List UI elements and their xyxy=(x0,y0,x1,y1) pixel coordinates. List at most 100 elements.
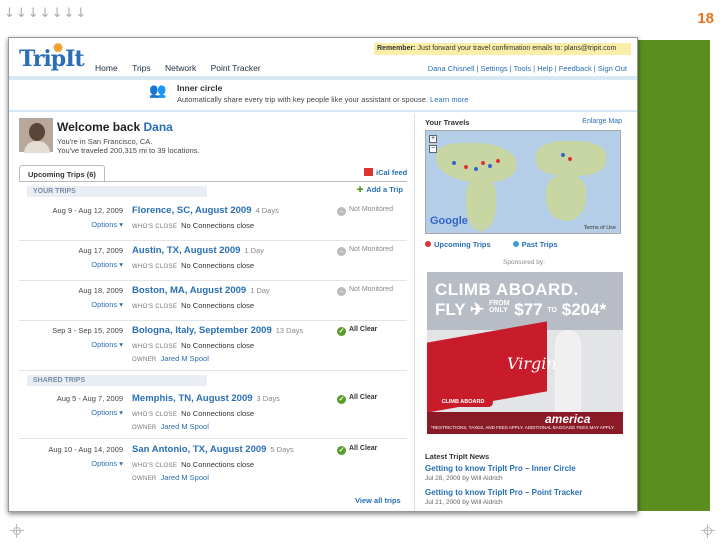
learn-more-link[interactable]: Learn more xyxy=(430,95,468,104)
news-link[interactable]: Getting to know TripIt Pro – Point Track… xyxy=(425,488,582,497)
remember-banner: Remember: Just forward your travel confi… xyxy=(374,43,631,55)
zoom-in-button[interactable]: + xyxy=(429,135,437,143)
nav-trips[interactable]: Trips xyxy=(126,63,157,73)
owner-name[interactable]: Jared M Spool xyxy=(161,422,209,431)
trip-options-menu[interactable]: Options ▾ xyxy=(19,300,123,309)
ad-only: ONLY xyxy=(488,307,508,314)
your-trips-header: YOUR TRIPS xyxy=(27,186,207,197)
trip-name[interactable]: Florence, SC, August 2009 4 Days xyxy=(132,205,279,216)
past-trip-marker[interactable] xyxy=(452,161,456,165)
trip-row: Aug 17, 2009 Options ▾ Austin, TX, Augus… xyxy=(19,243,407,281)
avatar[interactable] xyxy=(19,118,53,153)
whos-close-label: WHO'S CLOSE xyxy=(132,304,178,310)
zoom-out-button[interactable]: − xyxy=(429,145,437,153)
upcoming-trip-marker[interactable] xyxy=(481,161,485,165)
crosshair-icon xyxy=(701,524,715,538)
whos-close-label: WHO'S CLOSE xyxy=(132,412,178,418)
nav-network[interactable]: Network xyxy=(159,63,202,73)
trip-name[interactable]: Memphis, TN, August 2009 3 Days xyxy=(132,393,280,404)
trip-row: Aug 5 - Aug 7, 2009 Options ▾ Memphis, T… xyxy=(19,391,407,439)
whos-close-label: WHO'S CLOSE xyxy=(132,264,178,270)
your-travels-title: Your Travels xyxy=(425,118,470,127)
whos-close-value: No Connections close xyxy=(181,460,255,469)
user-links[interactable]: Dana Chisnell | Settings | Tools | Help … xyxy=(428,64,627,73)
trips-panel: YOUR TRIPS ✚ Add a Trip Aug 9 - Aug 12, 2… xyxy=(19,181,407,511)
upcoming-trip-marker[interactable] xyxy=(496,159,500,163)
sponsored-label: Sponsored by: xyxy=(503,259,545,266)
inner-circle-desc-text: Automatically share every trip with key … xyxy=(177,95,428,104)
nav-point-tracker[interactable]: Point Tracker xyxy=(205,63,267,73)
ical-label: iCal feed xyxy=(376,168,408,177)
welcome-heading: Welcome back Dana xyxy=(57,120,173,134)
trip-owner: OWNER Jared M Spool xyxy=(132,473,209,482)
user-name[interactable]: Dana xyxy=(144,120,173,134)
welcome-text: Welcome back xyxy=(57,120,141,134)
trip-options-menu[interactable]: Options ▾ xyxy=(19,408,123,417)
trip-options-menu[interactable]: Options ▾ xyxy=(19,260,123,269)
legend-past[interactable]: Past Trips xyxy=(522,240,558,249)
inner-circle-promo: 👥 Inner circle Automatically share every… xyxy=(89,80,634,108)
remember-text: Just forward your travel confirmation em… xyxy=(417,45,617,52)
owner-name[interactable]: Jared M Spool xyxy=(161,354,209,363)
upcoming-trip-marker[interactable] xyxy=(568,157,572,161)
past-trip-marker[interactable] xyxy=(474,167,478,171)
whos-close: WHO'S CLOSE No Connections close xyxy=(132,261,254,270)
add-trip-button[interactable]: ✚ Add a Trip xyxy=(357,185,403,194)
shared-trips-header: SHARED TRIPS xyxy=(27,375,207,386)
virgin-america-ad[interactable]: CLIMB ABOARD. FLY ✈ FROM ONLY $77 TO $204… xyxy=(427,272,623,434)
tab-upcoming-trips[interactable]: Upcoming Trips (6) xyxy=(19,165,105,182)
past-trip-marker[interactable] xyxy=(561,153,565,157)
upcoming-trip-marker[interactable] xyxy=(464,165,468,169)
ad-person xyxy=(555,330,581,422)
trip-name[interactable]: Boston, MA, August 2009 1 Day xyxy=(132,285,270,296)
past-trip-marker[interactable] xyxy=(488,164,492,168)
add-trip-label: Add a Trip xyxy=(366,185,403,194)
green-side-bar xyxy=(637,40,710,511)
view-all-trips-link[interactable]: View all trips xyxy=(355,496,401,505)
enlarge-map-link[interactable]: Enlarge Map xyxy=(582,118,622,125)
status-text: All Clear xyxy=(349,445,378,452)
travel-map[interactable]: + − Google Terms of Use xyxy=(425,130,621,234)
ad-headline: CLIMB ABOARD. xyxy=(435,280,579,299)
trip-row: Aug 18, 2009 Options ▾ Boston, MA, Augus… xyxy=(19,283,407,321)
trip-name[interactable]: San Antonio, TX, August 2009 5 Days xyxy=(132,444,294,455)
whos-close-label: WHO'S CLOSE xyxy=(132,344,178,350)
whos-close-value: No Connections close xyxy=(181,409,255,418)
decorative-arrows: ↓↓↓↓↓↓↓ xyxy=(4,6,88,21)
ical-feed-link[interactable]: iCal feed xyxy=(364,168,407,177)
ad-price-high: $204* xyxy=(561,300,607,319)
news-link[interactable]: Getting to know TripIt Pro – Inner Circl… xyxy=(425,464,576,473)
trip-options-menu[interactable]: Options ▾ xyxy=(19,459,123,468)
tripit-logo[interactable]: TripIt ✺ xyxy=(19,41,85,72)
climb-aboard-button[interactable]: CLIMB ABOARD xyxy=(433,398,493,407)
trip-status: ✓ All Clear xyxy=(337,394,377,404)
nav-home[interactable]: Home xyxy=(89,63,124,73)
ad-fares: FLY ✈ FROM ONLY $77 TO $204* xyxy=(435,300,607,319)
trip-duration: 4 Days xyxy=(255,206,279,215)
status-text: All Clear xyxy=(349,394,378,401)
trip-options-menu[interactable]: Options ▾ xyxy=(19,340,123,349)
trip-options-menu[interactable]: Options ▾ xyxy=(19,220,123,229)
trip-name[interactable]: Bologna, Italy, September 2009 13 Days xyxy=(132,325,303,336)
terms-of-use-link[interactable]: Terms of Use xyxy=(584,225,616,231)
ad-fly: FLY xyxy=(435,300,466,319)
whos-close-value: No Connections close xyxy=(181,301,255,310)
trip-duration: 1 Day xyxy=(250,286,270,295)
map-land xyxy=(466,181,496,231)
trip-dates: Aug 10 - Aug 14, 2009 xyxy=(48,445,123,454)
owner-name[interactable]: Jared M Spool xyxy=(161,473,209,482)
inner-circle-title: Inner circle xyxy=(177,83,223,93)
plus-icon: ✚ xyxy=(357,185,364,194)
people-icon: 👥 xyxy=(149,82,167,98)
travel-stats: You've traveled 200,315 mi to 39 locatio… xyxy=(57,146,200,155)
slide-number: 18 xyxy=(697,10,714,27)
legend-upcoming[interactable]: Upcoming Trips xyxy=(434,240,491,249)
whos-close: WHO'S CLOSE No Connections close xyxy=(132,460,254,469)
trip-duration: 1 Day xyxy=(244,246,264,255)
trip-title: San Antonio, TX, August 2009 xyxy=(132,444,267,455)
ad-to: TO xyxy=(547,307,558,314)
owner-label: OWNER xyxy=(132,357,157,363)
status-text: Not Monitored xyxy=(349,286,393,293)
trip-name[interactable]: Austin, TX, August 2009 1 Day xyxy=(132,245,264,256)
whos-close-value: No Connections close xyxy=(181,261,255,270)
